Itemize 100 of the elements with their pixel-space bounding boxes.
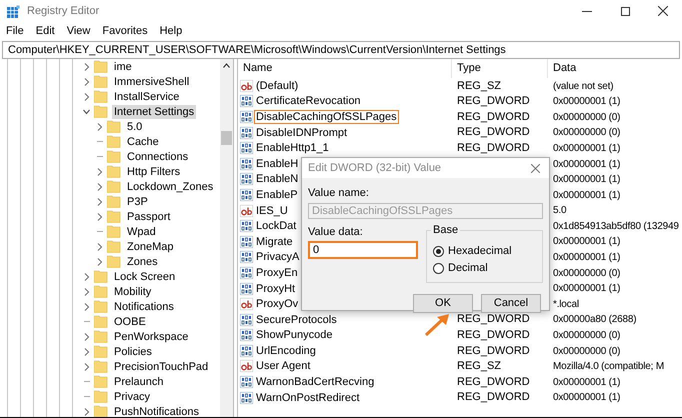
value-data-field[interactable]: 0 <box>308 241 418 259</box>
tree-item[interactable]: Lockdown_Zones <box>125 180 216 194</box>
value-data: (value not set) <box>553 80 614 92</box>
menu-item[interactable]: Edit <box>36 23 55 40</box>
tree-item[interactable]: PushNotifications <box>112 404 201 417</box>
folder-icon <box>94 105 108 118</box>
value-data: 0x00000001 (1) <box>553 96 620 108</box>
folder-icon <box>94 345 108 358</box>
tree-item[interactable]: PenWorkspace <box>112 330 190 344</box>
window-title: Registry Editor <box>27 4 100 19</box>
tree-item[interactable]: Passport <box>125 210 172 224</box>
folder-icon <box>94 90 108 103</box>
radio-button[interactable] <box>433 246 444 257</box>
tree-item[interactable]: Wpad <box>125 224 158 238</box>
folder-icon <box>107 195 121 208</box>
close-icon[interactable] <box>531 164 540 172</box>
folder-icon <box>94 330 108 343</box>
radio-label[interactable]: Hexadecimal <box>448 243 512 260</box>
value-data: Mozilla/4.0 (compatible; M <box>553 361 664 372</box>
ok-button[interactable]: OK <box>413 294 473 313</box>
tree-item[interactable]: ImmersiveShell <box>112 74 192 88</box>
value-data: 0x00000001 (1) <box>553 142 620 154</box>
value-data: 0x00000000 (0) <box>553 112 620 123</box>
value-name[interactable]: SecureProtocols <box>254 312 339 327</box>
value-type: REG_DWORD <box>457 95 530 108</box>
radio-label[interactable]: Decimal <box>448 260 488 277</box>
value-data: 0x00000001 (1) <box>553 174 620 186</box>
column-header[interactable]: Type <box>452 59 548 78</box>
value-name[interactable]: EnableH <box>254 156 300 171</box>
value-name[interactable]: EnableP <box>254 188 300 202</box>
tree-item[interactable]: ime <box>112 60 134 74</box>
chevron-icon[interactable] <box>83 408 90 416</box>
tree-item[interactable]: PrecisionTouchPad <box>112 360 210 374</box>
tree-item[interactable]: Privacy <box>112 390 152 404</box>
menu-item[interactable]: File <box>6 23 24 40</box>
scroll-up-icon[interactable] <box>223 63 230 68</box>
value-name[interactable]: ProxyEn <box>254 266 300 280</box>
value-type: REG_SZ <box>457 360 502 372</box>
value-name[interactable]: LockDat <box>254 219 298 234</box>
binary-value-icon <box>240 344 253 357</box>
value-name[interactable]: User Agent <box>254 359 312 374</box>
menu-item[interactable]: Favorites <box>102 23 148 40</box>
folder-icon <box>107 225 121 238</box>
value-name[interactable]: EnableN <box>254 172 300 186</box>
binary-value-icon <box>240 392 253 404</box>
value-name[interactable]: ShowPunycode <box>254 328 334 342</box>
tree-item[interactable]: Prelaunch <box>112 374 166 388</box>
tree-item[interactable]: P3P <box>125 194 150 208</box>
binary-value-icon <box>240 314 253 326</box>
value-type: REG_DWORD <box>457 313 530 326</box>
value-data: 0x00000001 (1) <box>553 376 620 388</box>
radio-button[interactable] <box>433 263 444 274</box>
folder-icon <box>94 270 108 283</box>
tree-item[interactable]: ZoneMap <box>125 240 176 254</box>
column-header[interactable]: Name <box>238 59 452 78</box>
value-name[interactable]: (Default) <box>254 78 300 93</box>
binary-value-icon <box>240 376 253 388</box>
tree-item[interactable]: 5.0 <box>125 120 144 134</box>
value-name[interactable]: DisableIDNPrompt <box>254 126 350 140</box>
value-data: 0x00000001 (1) <box>553 236 620 248</box>
menu-item[interactable]: View <box>66 23 90 40</box>
folder-icon <box>94 405 108 417</box>
value-name[interactable]: IES_U <box>254 204 290 218</box>
value-name[interactable]: ProxyHt <box>254 282 298 296</box>
value-name[interactable]: ProxyOv <box>254 297 300 312</box>
value-data: 0x00000001 (1) <box>553 283 620 294</box>
value-type: REG_DWORD <box>457 329 530 342</box>
tree-item[interactable]: Policies <box>112 344 154 358</box>
value-type: REG_DWORD <box>457 344 530 357</box>
value-name[interactable]: Migrate <box>254 234 295 249</box>
string-value-icon <box>240 80 253 92</box>
tree-item[interactable]: Internet Settings <box>112 104 196 118</box>
menu-item[interactable]: Help <box>160 23 182 40</box>
tree-item[interactable]: OOBE <box>112 314 148 328</box>
tree-item[interactable]: Mobility <box>112 284 154 298</box>
value-name[interactable]: CertificateRevocation <box>254 94 363 108</box>
tree-item[interactable]: InstallService <box>112 90 182 104</box>
tree-item[interactable]: Zones <box>125 254 160 268</box>
value-type: REG_SZ <box>457 80 502 92</box>
value-name[interactable]: WarnOnPostRedirect <box>254 390 362 405</box>
tree-item[interactable]: Connections <box>125 150 190 164</box>
tree-item[interactable]: Lock Screen <box>112 270 178 284</box>
value-type: REG_DWORD <box>457 391 530 404</box>
value-name[interactable]: UrlEncoding <box>254 344 318 358</box>
value-type: REG_DWORD <box>457 142 530 154</box>
address-bar[interactable]: Computer\HKEY_CURRENT_USER\SOFTWARE\Microsoft\Windows\CurrentVersion\Internet Settings <box>2 41 680 59</box>
scrollbar-thumb[interactable] <box>221 131 232 145</box>
value-name[interactable]: WarnonBadCertRecving <box>254 375 376 390</box>
binary-value-icon <box>240 158 253 170</box>
binary-value-icon <box>240 173 253 186</box>
tree-item[interactable]: Cache <box>125 134 161 148</box>
value-name[interactable]: DisableCachingOfSSLPages <box>254 110 399 124</box>
column-header[interactable]: Data <box>548 59 682 78</box>
value-name[interactable]: PrivacyA <box>254 250 302 264</box>
tree-item[interactable]: Notifications <box>112 300 176 314</box>
cancel-button[interactable]: Cancel <box>481 294 541 313</box>
folder-icon <box>94 75 108 88</box>
binary-value-icon <box>240 266 253 279</box>
tree-item[interactable]: Http Filters <box>125 164 182 178</box>
value-name[interactable]: EnableHttp1_1 <box>254 141 331 156</box>
